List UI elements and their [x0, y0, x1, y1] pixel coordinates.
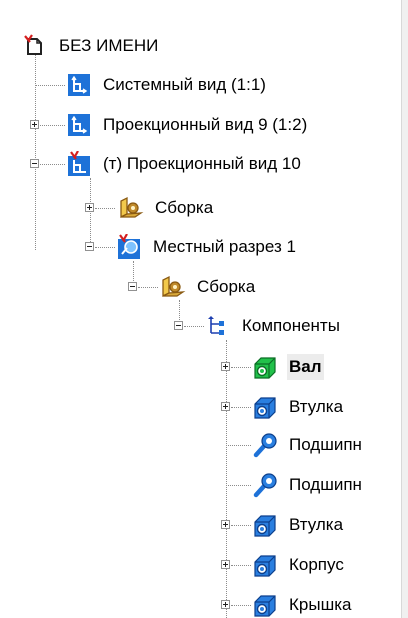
view-icon-current — [66, 151, 92, 177]
expand-toggle[interactable] — [221, 402, 230, 411]
tree-line — [35, 52, 36, 250]
tree-node-label: Компоненты — [242, 316, 340, 335]
tree-node-part[interactable]: Втулка — [252, 512, 345, 538]
part-blue-icon — [252, 512, 278, 538]
tree-node-local-section[interactable]: Местный разрез 1 — [116, 234, 298, 260]
tree-node-label: Крышка — [289, 595, 352, 614]
tree-node-label: Сборка — [155, 198, 214, 217]
tree-node-assembly[interactable]: Сборка — [118, 195, 215, 221]
tree-node-projection-view-10[interactable]: (т) Проекционный вид 10 — [66, 151, 303, 177]
assembly-icon — [160, 274, 186, 300]
tree-node-components[interactable]: Компоненты — [205, 313, 342, 339]
tree-node-part[interactable]: Крышка — [252, 592, 353, 618]
tree-node-system-view[interactable]: Системный вид (1:1) — [66, 72, 268, 98]
collapse-toggle[interactable] — [30, 159, 39, 168]
tree-line — [95, 208, 115, 209]
tree-line — [226, 485, 251, 486]
tree-line — [231, 605, 251, 606]
tree-node-label: Подшипн — [289, 475, 362, 494]
drawing-tree-panel: БЕЗ ИМЕНИ Системный вид (1:1) Проекционн… — [0, 0, 401, 618]
expand-toggle[interactable] — [221, 600, 230, 609]
tree-node-standard-part[interactable]: Подшипн — [252, 432, 364, 458]
expand-toggle[interactable] — [30, 120, 39, 129]
tree-line — [138, 287, 158, 288]
collapse-toggle[interactable] — [174, 321, 183, 330]
tree-node-standard-part[interactable]: Подшипн — [252, 472, 364, 498]
tree-node-part[interactable]: Корпус — [252, 552, 346, 578]
standard-part-icon — [252, 472, 278, 498]
tree-line — [226, 340, 227, 618]
tree-root-label: БЕЗ ИМЕНИ — [59, 36, 159, 55]
expand-toggle[interactable] — [221, 362, 230, 371]
tree-node-label: Втулка — [289, 397, 344, 416]
part-blue-icon — [252, 552, 278, 578]
tree-root-node[interactable]: БЕЗ ИМЕНИ — [22, 33, 160, 59]
tree-line — [90, 178, 91, 250]
tree-node-label: Проекционный вид 9 (1:2) — [103, 115, 308, 134]
tree-line — [95, 247, 115, 248]
tree-line — [184, 326, 204, 327]
part-blue-icon — [252, 394, 278, 420]
tree-line — [226, 445, 251, 446]
tree-node-label: Системный вид (1:1) — [103, 75, 266, 94]
view-icon — [66, 112, 92, 138]
drawing-document-icon — [22, 33, 48, 59]
tree-line — [40, 164, 65, 165]
tree-node-label: Подшипн — [289, 435, 362, 454]
components-icon — [205, 313, 231, 339]
collapse-toggle[interactable] — [128, 282, 137, 291]
local-section-icon — [116, 234, 142, 260]
part-blue-icon — [252, 592, 278, 618]
tree-node-label: Вал — [287, 354, 324, 380]
tree-node-label: Местный разрез 1 — [153, 237, 296, 256]
tree-line — [231, 525, 251, 526]
tree-line — [40, 125, 65, 126]
expand-toggle[interactable] — [221, 560, 230, 569]
tree-node-assembly[interactable]: Сборка — [160, 274, 257, 300]
collapse-toggle[interactable] — [85, 242, 94, 251]
assembly-icon — [118, 195, 144, 221]
tree-node-label: Сборка — [197, 277, 256, 296]
tree-node-projection-view-9[interactable]: Проекционный вид 9 (1:2) — [66, 112, 309, 138]
view-icon — [66, 72, 92, 98]
tree-node-label: Втулка — [289, 515, 344, 534]
tree-node-label: (т) Проекционный вид 10 — [103, 154, 301, 173]
tree-node-part[interactable]: Вал — [252, 354, 324, 380]
standard-part-icon — [252, 432, 278, 458]
tree-node-part[interactable]: Втулка — [252, 394, 345, 420]
expand-toggle[interactable] — [85, 203, 94, 212]
tree-line — [231, 407, 251, 408]
tree-line — [35, 85, 65, 86]
tree-line — [231, 565, 251, 566]
expand-toggle[interactable] — [221, 520, 230, 529]
tree-line — [231, 367, 251, 368]
tree-node-label: Корпус — [289, 555, 344, 574]
panel-border — [401, 0, 408, 618]
part-green-icon — [252, 354, 278, 380]
